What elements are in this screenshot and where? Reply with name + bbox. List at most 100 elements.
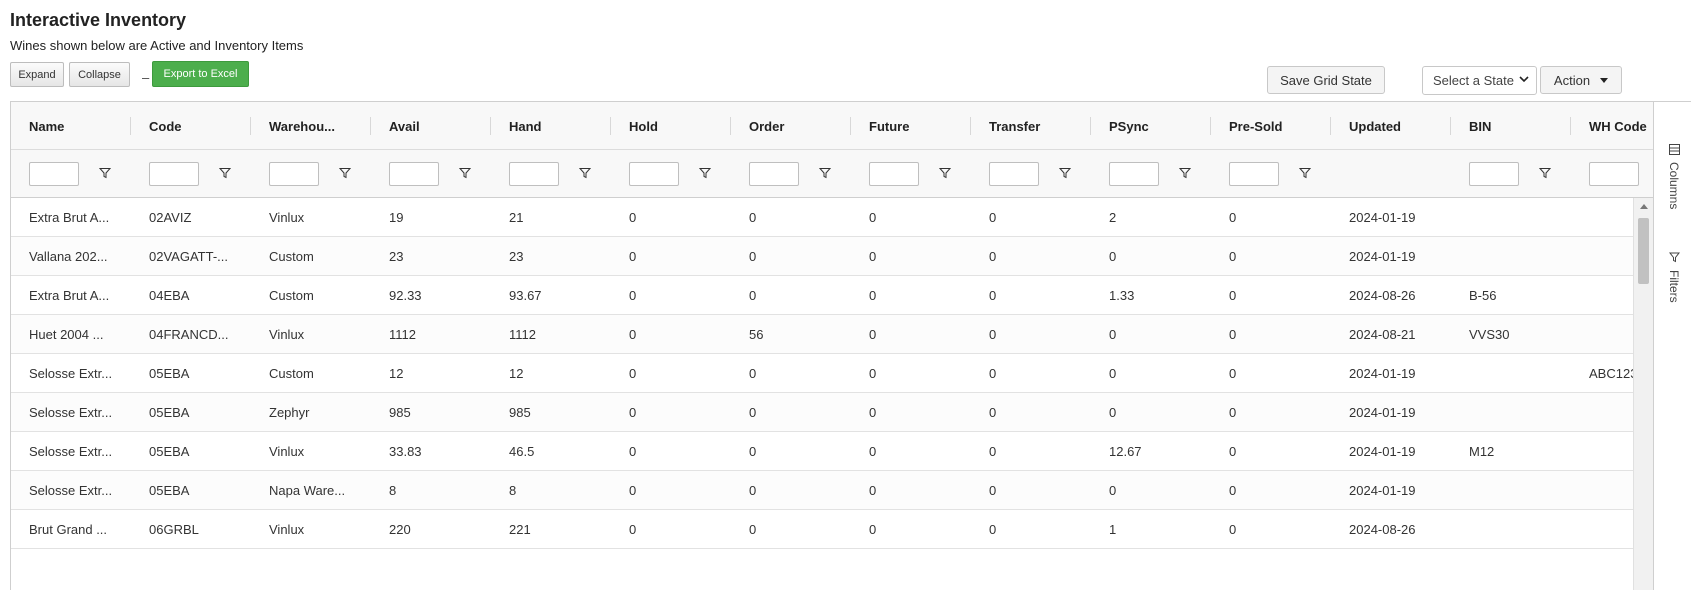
table-cell: Custom — [269, 366, 314, 381]
filter-icon[interactable] — [1058, 166, 1073, 180]
table-cell: Vinlux — [269, 327, 305, 342]
column-resize-handle[interactable] — [370, 117, 371, 135]
table-cell: 0 — [989, 483, 997, 498]
filter-icon[interactable] — [698, 166, 713, 180]
column-resize-handle[interactable] — [1210, 117, 1211, 135]
column-filter-input[interactable] — [629, 162, 679, 186]
column-resize-handle[interactable] — [130, 117, 131, 135]
column-filter-input[interactable] — [149, 162, 199, 186]
table-row[interactable]: Selosse Extr... 05EBA Vinlux 33.83 46.5 0 0 0 0 1… — [11, 432, 1643, 471]
column-filter-input[interactable] — [1469, 162, 1519, 186]
column-resize-handle[interactable] — [1330, 117, 1331, 135]
column-filter-input[interactable] — [29, 162, 79, 186]
expand-button[interactable]: Expand — [10, 62, 64, 87]
filter-icon[interactable] — [338, 166, 353, 180]
table-row[interactable]: Selosse Extr... 05EBA Custom 12 12 0 0 0 0 0 0 2024… — [11, 354, 1643, 393]
table-cell: 04FRANCD... — [149, 327, 229, 342]
table-cell: 0 — [1229, 288, 1237, 303]
column-resize-handle[interactable] — [970, 117, 971, 135]
column-header[interactable]: Code — [131, 102, 251, 150]
toolbar-separator: – — [142, 70, 150, 85]
action-dropdown-button[interactable]: Action — [1540, 66, 1622, 94]
column-header[interactable]: Name — [11, 102, 131, 150]
table-cell: Napa Ware... — [269, 483, 346, 498]
scrollbar-thumb[interactable] — [1638, 218, 1649, 284]
columns-tool-tab[interactable]: Columns — [1662, 144, 1686, 209]
column-header[interactable]: Order — [731, 102, 851, 150]
filter-icon[interactable] — [1538, 166, 1553, 180]
column-filter-input[interactable] — [1109, 162, 1159, 186]
table-row[interactable]: Extra Brut A... 02AVIZ Vinlux 19 21 0 0 0 0 2 0 202… — [11, 198, 1643, 237]
column-resize-handle[interactable] — [610, 117, 611, 135]
save-grid-state-button[interactable]: Save Grid State — [1267, 66, 1385, 94]
column-resize-handle[interactable] — [250, 117, 251, 135]
column-resize-handle[interactable] — [490, 117, 491, 135]
table-cell: 02AVIZ — [149, 210, 192, 225]
table-cell: 8 — [389, 483, 397, 498]
collapse-button[interactable]: Collapse — [69, 62, 130, 87]
column-header[interactable]: Pre-Sold — [1211, 102, 1331, 150]
column-filter-input[interactable] — [989, 162, 1039, 186]
column-resize-handle[interactable] — [1090, 117, 1091, 135]
table-row[interactable]: Huet 2004 ... 04FRANCD... Vinlux 1112 1112 0 5… — [11, 315, 1643, 354]
filter-icon[interactable] — [1178, 166, 1193, 180]
table-cell: 06GRBL — [149, 522, 199, 537]
column-header[interactable]: Updated — [1331, 102, 1451, 150]
column-header[interactable]: Future — [851, 102, 971, 150]
table-row[interactable]: Brut Grand ... 06GRBL Vinlux 220 221 0 0 0 0 1 0 20… — [11, 510, 1643, 549]
filter-icon[interactable] — [938, 166, 953, 180]
column-resize-handle[interactable] — [1450, 117, 1451, 135]
filter-icon[interactable] — [458, 166, 473, 180]
column-header[interactable]: Transfer — [971, 102, 1091, 150]
column-filter-cell — [11, 150, 131, 198]
table-cell: 0 — [869, 444, 877, 459]
column-filter-input[interactable] — [749, 162, 799, 186]
table-row[interactable]: Selosse Extr... 05EBA Zephyr 985 985 0 0 0 0 0 0 20… — [11, 393, 1643, 432]
table-cell: 0 — [869, 405, 877, 420]
columns-tool-label: Columns — [1667, 162, 1681, 210]
column-header[interactable]: Avail — [371, 102, 491, 150]
column-header[interactable]: Warehou... — [251, 102, 371, 150]
table-cell: Vallana 202... — [29, 249, 108, 264]
table-cell: 12 — [389, 366, 404, 381]
column-filter-input[interactable] — [389, 162, 439, 186]
column-header[interactable]: PSync — [1091, 102, 1211, 150]
table-cell: 0 — [869, 288, 877, 303]
table-cell: M12 — [1469, 444, 1495, 459]
filter-icon[interactable] — [578, 166, 593, 180]
column-resize-handle[interactable] — [850, 117, 851, 135]
table-cell: 0 — [869, 210, 877, 225]
column-filter-input[interactable] — [509, 162, 559, 186]
column-header[interactable]: Hold — [611, 102, 731, 150]
column-filter-input[interactable] — [869, 162, 919, 186]
filter-icon[interactable] — [818, 166, 833, 180]
table-cell: 33.83 — [389, 444, 422, 459]
table-row[interactable]: Extra Brut A... 04EBA Custom 92.33 93.67 0 0 0 0… — [11, 276, 1643, 315]
filter-icon[interactable] — [218, 166, 233, 180]
column-filter-input[interactable] — [1229, 162, 1279, 186]
table-cell: 0 — [749, 405, 757, 420]
column-header[interactable]: Hand — [491, 102, 611, 150]
table-cell: VVS30 — [1469, 327, 1510, 342]
column-filter-cell — [491, 150, 611, 198]
column-filter-input[interactable] — [1589, 162, 1639, 186]
table-cell: Vinlux — [269, 444, 305, 459]
column-filter-input[interactable] — [269, 162, 319, 186]
table-row[interactable]: Selosse Extr... 05EBA Napa Ware... 8 8 0 0 0 0 0 0… — [11, 471, 1643, 510]
filters-tool-tab[interactable]: Filters — [1662, 252, 1686, 303]
column-resize-handle[interactable] — [730, 117, 731, 135]
column-resize-handle[interactable] — [1570, 117, 1571, 135]
export-to-excel-button[interactable]: Export to Excel — [152, 61, 249, 87]
filter-icon[interactable] — [1298, 166, 1313, 180]
table-cell — [1451, 510, 1571, 549]
filter-icon[interactable] — [98, 166, 113, 180]
scroll-up-icon[interactable] — [1640, 204, 1648, 209]
vertical-scrollbar[interactable] — [1633, 198, 1653, 590]
grid-state-select[interactable]: Select a State — [1422, 66, 1537, 95]
table-row[interactable]: Vallana 202... 02VAGATT-... Custom 23 23 0 0 0 0… — [11, 237, 1643, 276]
table-cell: 985 — [389, 405, 411, 420]
column-filter-cell — [611, 150, 731, 198]
column-header[interactable]: BIN — [1451, 102, 1571, 150]
column-filter-cell — [851, 150, 971, 198]
column-filter-cell — [371, 150, 491, 198]
